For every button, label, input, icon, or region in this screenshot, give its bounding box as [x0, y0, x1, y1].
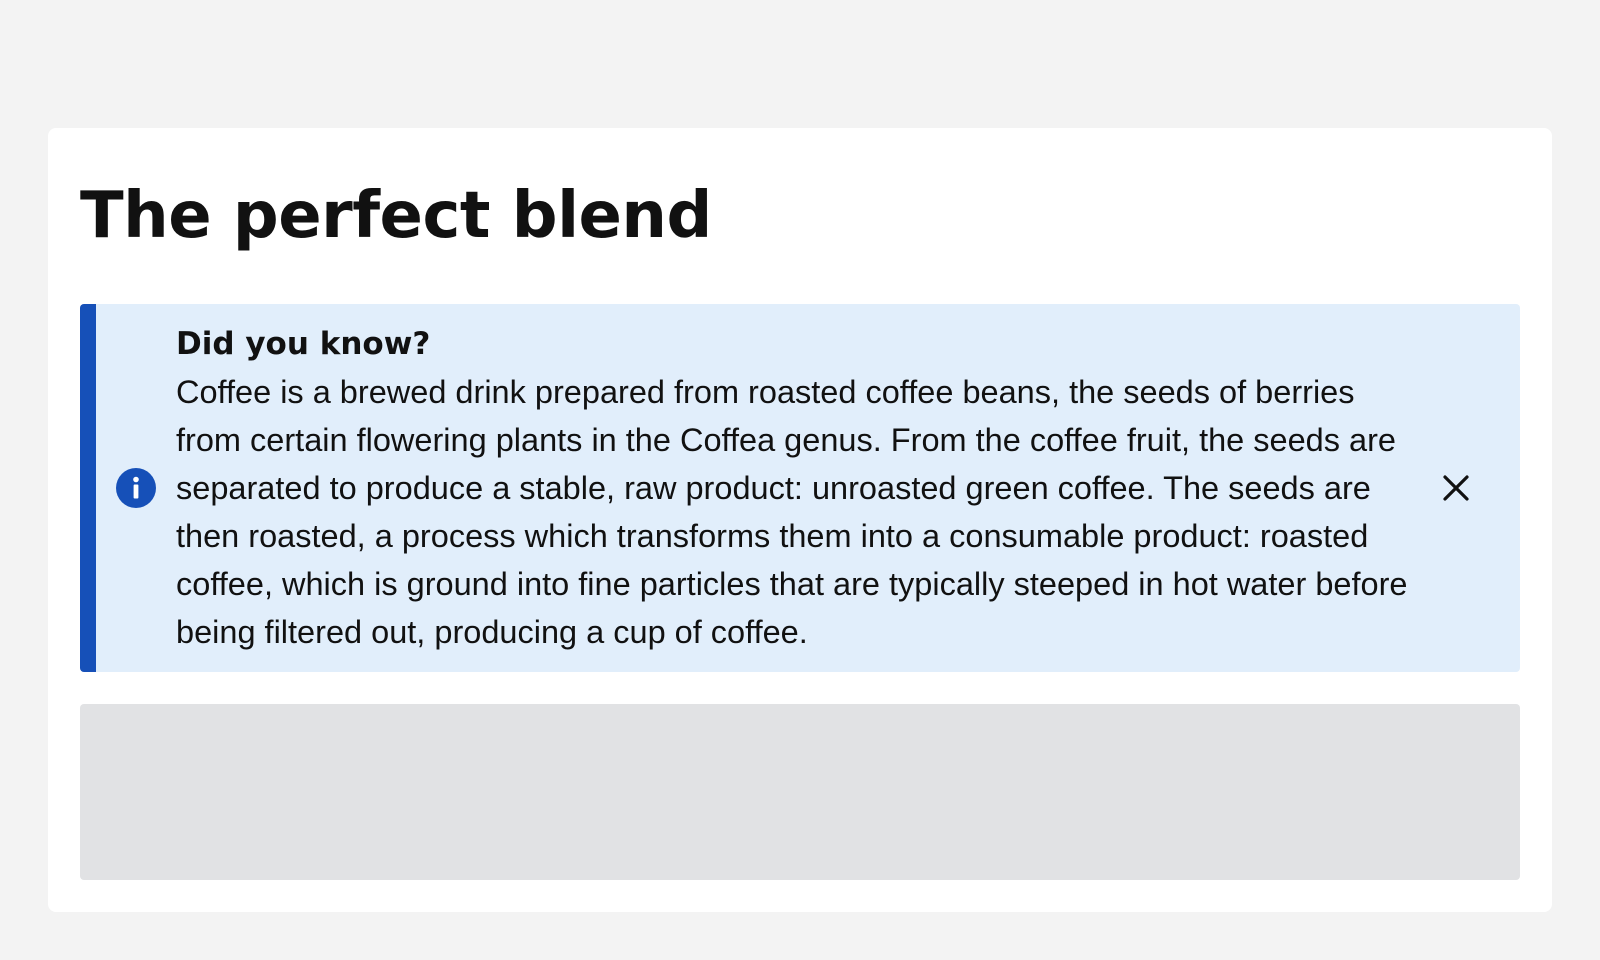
alert-body: Coffee is a brewed drink prepared from r…	[176, 374, 1408, 650]
info-circle-icon	[116, 468, 156, 508]
alert-content: Did you know? Coffee is a brewed drink p…	[176, 324, 1416, 656]
content-placeholder	[80, 704, 1520, 880]
alert-heading: Did you know?	[176, 326, 431, 362]
content-card: The perfect blend Did you know? Coffee i…	[48, 128, 1552, 912]
page-title: The perfect blend	[80, 179, 712, 253]
close-icon	[1438, 475, 1474, 509]
info-alert: Did you know? Coffee is a brewed drink p…	[80, 304, 1520, 672]
alert-close-button[interactable]	[1438, 470, 1474, 506]
alert-accent-bar	[80, 304, 96, 672]
